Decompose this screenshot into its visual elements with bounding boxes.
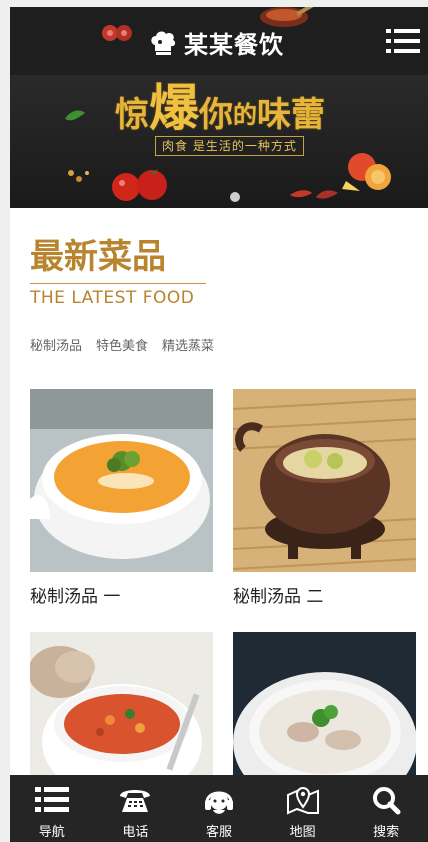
search-icon [369,783,403,817]
page: 某某餐饮 惊 爆 你 的 味蕾 肉食 是生活的一种方式 最新菜品 THE LAT… [10,7,428,842]
banner-headline: 惊 爆 你 的 味蕾 [115,78,325,137]
banner-headline-part: 味蕾 [257,95,325,135]
banner-headline-part: 惊 [115,95,149,135]
spice-decoration-icon [68,170,89,182]
section-subtitle: THE LATEST FOOD [30,283,206,308]
leaf-decoration-icon [65,110,85,121]
category-tabs: 秘制汤品 特色美食 精选蒸菜 [30,335,214,354]
tomato-icon [112,169,167,201]
logo-text: 某某餐饮 [184,30,284,59]
chili-icon [290,190,338,199]
nav-item-phone[interactable]: 电话 [94,775,178,842]
nav-label: 客服 [205,825,232,840]
chef-hat-icon [151,31,176,55]
bottom-nav: 导航 电话 客服 地图 搜索 [10,775,428,842]
nav-item-service[interactable]: 客服 [177,775,261,842]
product-caption: 秘制汤品 一 [30,587,121,607]
nav-label: 地图 [289,825,316,840]
section-title: 最新菜品 [30,237,166,277]
product-image [233,389,416,572]
soup-bowl-image [30,389,213,572]
list-icon [34,783,69,817]
nav-item-map[interactable]: 地图 [261,775,345,842]
banner-subline: 肉食 是生活的一种方式 [155,136,304,156]
apple-icon [342,153,391,191]
menu-icon [386,29,420,53]
category-tab[interactable]: 精选蒸菜 [162,335,214,354]
product-image [30,389,213,572]
nav-item-menu[interactable]: 导航 [10,775,94,842]
banner-headline-part: 爆 [149,78,199,137]
header: 某某餐饮 [10,7,428,76]
map-icon [286,783,320,817]
tomato-decoration-icon [102,25,132,41]
nav-item-search[interactable]: 搜索 [344,775,428,842]
nav-label: 搜索 [373,825,400,840]
menu-button[interactable] [386,27,420,55]
product-caption: 秘制汤品 二 [233,587,324,607]
banner-headline-part: 的 [233,100,257,129]
product-card[interactable]: 秘制汤品 二 [233,389,416,607]
hero-banner[interactable]: 惊 爆 你 的 味蕾 肉食 是生活的一种方式 [10,75,428,208]
clay-pot-image [233,389,416,572]
category-tab[interactable]: 特色美食 [96,335,148,354]
nav-label: 电话 [122,825,149,840]
headset-icon [202,783,236,817]
phone-icon [118,783,152,817]
carousel-dot[interactable] [230,192,240,202]
banner-headline-part: 你 [199,95,233,135]
product-card[interactable]: 秘制汤品 一 [30,389,213,607]
logo[interactable]: 某某餐饮 [148,25,284,59]
nav-label: 导航 [38,825,65,840]
category-tab[interactable]: 秘制汤品 [30,335,82,354]
